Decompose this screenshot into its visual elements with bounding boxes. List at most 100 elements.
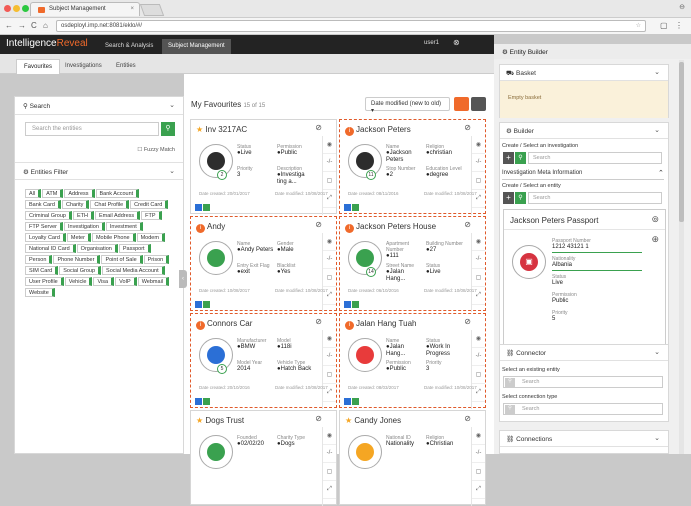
filter-chip[interactable]: FTP Server	[25, 222, 64, 231]
card-menu-icon[interactable]: ⊘	[315, 317, 322, 326]
card-menu-icon[interactable]: ⊘	[315, 123, 322, 132]
tab-investigations[interactable]: Investigations	[58, 59, 109, 74]
filter-chip[interactable]: Mobile Phone	[91, 233, 136, 242]
filter-chip[interactable]: Bank Card	[25, 200, 61, 209]
favourite-star-icon[interactable]: ★	[196, 125, 203, 134]
view-icon[interactable]: ◉	[472, 427, 485, 445]
filter-chip[interactable]: Social Media Account	[102, 266, 165, 275]
connect-icon[interactable]: -/-	[323, 445, 336, 463]
card-title[interactable]: i Jalan Hang Tuah	[345, 319, 417, 330]
add-entity-button[interactable]: +	[503, 192, 514, 204]
tab-search-analysis[interactable]: Search & Analysis	[99, 39, 159, 54]
folder-icon[interactable]: ▢	[472, 269, 485, 287]
folder-icon[interactable]: ▢	[323, 463, 336, 481]
reload-icon[interactable]: C	[31, 21, 37, 30]
card-title[interactable]: i Jackson Peters House	[345, 222, 436, 233]
filter-chip[interactable]: Bank Account	[95, 189, 140, 198]
filter-chip[interactable]: Website	[25, 288, 55, 297]
filter-chip[interactable]: Phone Number	[53, 255, 101, 264]
entity-card[interactable]: ★ Inv 3217AC ⊘ ◉ -/- ▢ ⤢ 2 Status ●Live Permissio…	[190, 119, 337, 215]
chevron-down-icon[interactable]: ⌄	[654, 348, 660, 356]
search-investigation-button[interactable]: ⚲	[515, 152, 526, 164]
filter-chip[interactable]: Organisation	[76, 244, 118, 253]
card-title[interactable]: ★ Inv 3217AC	[196, 125, 247, 134]
profile-icon[interactable]: ⊖	[679, 3, 685, 11]
card-menu-icon[interactable]: ⊘	[464, 123, 471, 132]
extension-icon[interactable]: ▢	[660, 21, 668, 30]
field-value[interactable]: 1212 43121 1	[552, 244, 642, 251]
connect-icon[interactable]: -/-	[472, 154, 485, 172]
view-icon[interactable]: ◉	[323, 136, 336, 154]
chevron-down-icon[interactable]: ⌄	[654, 434, 660, 442]
tab-favourites[interactable]: Favourites	[16, 59, 61, 74]
right-scrollbar[interactable]	[679, 60, 684, 454]
filter-chip[interactable]: Criminal Group	[25, 211, 72, 220]
entity-card[interactable]: i Jackson Peters ⊘ ◉ -/- ▢ ⤢ 11 Name ●Jackson Pet…	[339, 119, 486, 215]
filter-chip[interactable]: Webmail	[137, 277, 170, 286]
settings-icon[interactable]: ⊚	[651, 214, 659, 225]
filter-chip[interactable]: All	[25, 189, 42, 198]
filter-chip[interactable]: Vehicle	[64, 277, 93, 286]
card-title[interactable]: ★ Candy Jones	[345, 416, 401, 425]
filter-chip[interactable]: Passport	[118, 244, 151, 253]
connector-entity-search-input[interactable]: Search	[503, 376, 663, 388]
card-menu-icon[interactable]: ⊘	[315, 220, 322, 229]
view-icon[interactable]: ◉	[323, 427, 336, 445]
close-tab-icon[interactable]: ×	[130, 6, 134, 12]
home-icon[interactable]: ⌂	[43, 21, 48, 30]
tab-subject-management[interactable]: Subject Management	[162, 39, 231, 54]
add-investigation-button[interactable]: +	[503, 152, 514, 164]
app-logo[interactable]: IntelligenceReveal	[6, 38, 88, 49]
field-value[interactable]: 5	[552, 316, 642, 323]
filter-chip[interactable]: Prison	[143, 255, 170, 264]
filter-chip[interactable]: VoIP	[115, 277, 137, 286]
card-title[interactable]: i Jackson Peters	[345, 125, 411, 136]
connections-header[interactable]: ⛓ Connections ⌄	[500, 431, 668, 447]
entity-card[interactable]: ★ Candy Jones ⊘ ◉ -/- ▢ ⤢ National ID Nationali…	[339, 410, 486, 506]
grid-view-button[interactable]	[454, 97, 469, 111]
new-tab-button[interactable]	[139, 4, 165, 16]
view-icon[interactable]: ◉	[472, 233, 485, 251]
chevron-down-icon[interactable]: ⌄	[169, 101, 175, 109]
filter-chip[interactable]: Address	[64, 189, 95, 198]
card-menu-icon[interactable]: ⊘	[464, 414, 471, 423]
investigation-search-input[interactable]: Search	[528, 152, 662, 164]
entity-builder-bar[interactable]: ⚙ Entity Builder	[494, 44, 691, 59]
back-icon[interactable]: ←	[5, 21, 13, 30]
filter-chip[interactable]: Loyalty Card	[25, 233, 66, 242]
connect-icon[interactable]: -/-	[323, 154, 336, 172]
chevron-down-icon[interactable]: ⌄	[654, 126, 660, 134]
favourite-star-icon[interactable]: ★	[345, 416, 352, 425]
search-input[interactable]: Search the entities	[25, 122, 159, 136]
card-menu-icon[interactable]: ⊘	[464, 220, 471, 229]
filter-chip[interactable]: Charity	[62, 200, 90, 209]
add-field-icon[interactable]: ⊕	[651, 234, 659, 245]
entity-card[interactable]: i Connors Car ⊘ ◉ -/- ▢ ⤢ 5 Manufacturer ●BMW Mode…	[190, 313, 337, 409]
menu-icon[interactable]: ⋮	[675, 21, 683, 30]
folder-icon[interactable]: ▢	[472, 366, 485, 384]
field-value[interactable]: Public	[552, 298, 642, 305]
card-title[interactable]: i Andy	[196, 222, 225, 233]
collapse-panel-handle[interactable]: ‹	[179, 270, 187, 288]
filter-chip[interactable]: National ID Card	[25, 244, 76, 253]
entity-card[interactable]: i Andy ⊘ ◉ -/- ▢ ⤢ Name ●Andy Peters Gender ●Male E…	[190, 216, 337, 312]
search-section-header[interactable]: ⚲ Search ⌄	[15, 97, 183, 115]
list-view-button[interactable]	[471, 97, 486, 111]
filter-chip[interactable]: Modem	[136, 233, 165, 242]
connect-icon[interactable]: -/-	[472, 251, 485, 269]
fuzzy-match-toggle[interactable]: ☐ Fuzzy Match	[137, 147, 175, 153]
filter-chip[interactable]: SIM Card	[25, 266, 59, 275]
close-icon[interactable]: ⊗	[453, 38, 460, 47]
connect-icon[interactable]: -/-	[323, 348, 336, 366]
filter-chip[interactable]: Social Group	[59, 266, 102, 275]
entity-card[interactable]: i Jackson Peters House ⊘ ◉ -/- ▢ ⤢ 14 Apartment …	[339, 216, 486, 312]
search-entity-button[interactable]: ⚲	[515, 192, 526, 204]
folder-icon[interactable]: ▢	[323, 269, 336, 287]
url-input[interactable]: osdeployl.imp.net:8081/eklo/#/ ☆	[56, 20, 646, 32]
chevron-down-icon[interactable]: ⌄	[169, 167, 175, 175]
field-value[interactable]: Live	[552, 280, 642, 287]
entity-card[interactable]: i Jalan Hang Tuah ⊘ ◉ -/- ▢ ⤢ Name ●Jalan Hang..…	[339, 313, 486, 409]
expand-icon[interactable]: ⤢	[472, 481, 485, 499]
browser-tab[interactable]: Subject Management ×	[30, 2, 140, 16]
view-icon[interactable]: ◉	[472, 136, 485, 154]
